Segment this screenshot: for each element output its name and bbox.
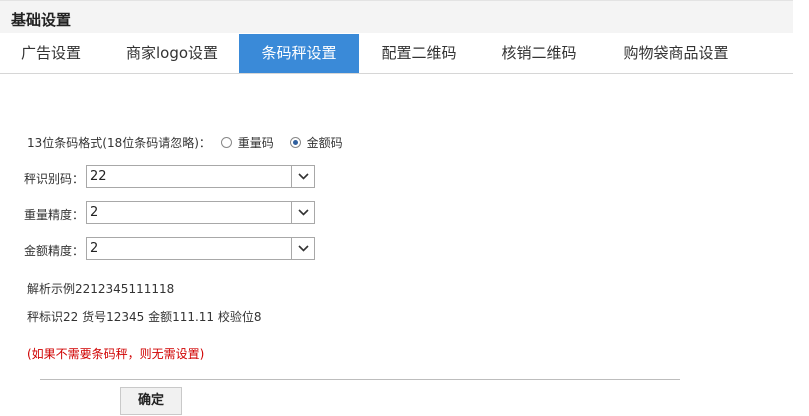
field-label-row: 秤识别码： xyxy=(23,172,84,186)
tab-config-qrcode[interactable]: 配置二维码 xyxy=(359,34,479,73)
field-label-row: 金额精度： xyxy=(23,244,84,258)
parse-example: 解析示例2212345111118 xyxy=(27,282,175,296)
tab-ad-settings[interactable]: 广告设置 xyxy=(0,34,102,73)
radio-weight-label: 重量码 xyxy=(237,136,274,150)
radio-weight-code[interactable]: 重量码 xyxy=(220,136,278,150)
chevron-down-icon[interactable] xyxy=(291,202,314,223)
form-divider xyxy=(40,379,680,380)
tab-verify-qrcode[interactable]: 核销二维码 xyxy=(479,34,599,73)
hint-note: (如果不需要条码秤，则无需设置) xyxy=(27,347,205,361)
tab-bar: 广告设置 商家logo设置 条码秤设置 配置二维码 核销二维码 购物袋商品设置 xyxy=(0,34,793,74)
radio-amount-label: 金额码 xyxy=(306,136,343,150)
amount-precision-label: 金额精度 xyxy=(23,244,72,258)
chevron-down-icon[interactable] xyxy=(291,166,314,187)
parse-example-detail: 秤标识22 货号12345 金额111.11 校验位8 xyxy=(27,310,262,324)
weight-precision-value: 2 xyxy=(90,205,99,220)
weight-precision-select[interactable]: 2 xyxy=(86,201,315,224)
radio-weight-indicator[interactable] xyxy=(220,137,232,148)
chevron-down-icon[interactable] xyxy=(291,238,314,259)
scale-id-select[interactable]: 22 xyxy=(86,165,315,188)
scale-id-value: 22 xyxy=(90,169,107,184)
radio-amount-code[interactable]: 金额码 xyxy=(289,136,343,150)
amount-precision-value: 2 xyxy=(90,241,99,256)
field-label-row: 重量精度： xyxy=(23,208,84,222)
scale-id-label: 秤识别码 xyxy=(23,172,72,186)
tab-barcode-scale[interactable]: 条码秤设置 xyxy=(239,34,359,73)
amount-precision-select[interactable]: 2 xyxy=(86,237,315,260)
tab-merchant-logo[interactable]: 商家logo设置 xyxy=(105,34,239,73)
page-title: 基础设置 xyxy=(11,11,72,29)
weight-precision-label: 重量精度 xyxy=(23,208,72,222)
barcode-format-row: 13位条码格式(18位条码请忽略)： 重量码 金额码 xyxy=(27,136,343,150)
page-header: 基础设置 xyxy=(0,0,793,33)
barcode-format-label: 13位条码格式(18位条码请忽略) xyxy=(27,136,199,150)
confirm-button[interactable]: 确定 xyxy=(120,387,182,415)
tab-shopping-bag[interactable]: 购物袋商品设置 xyxy=(599,34,753,73)
radio-amount-indicator[interactable] xyxy=(289,137,301,148)
